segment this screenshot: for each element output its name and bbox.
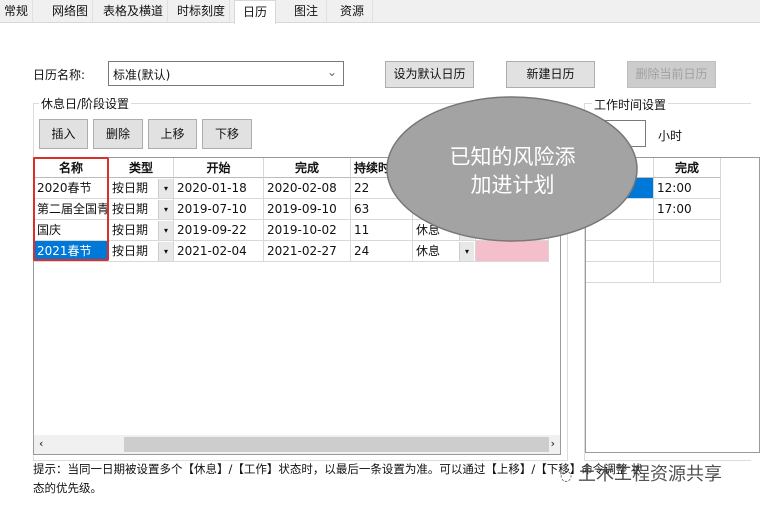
worktime-cell[interactable]: 12:00 [654,178,721,199]
insert-button[interactable]: 插入 [39,119,88,149]
type-dropdown-icon[interactable]: ▾ [158,221,173,240]
tab-network[interactable]: 网络图 [48,0,94,23]
annotation-text: 已知的风险添 加进计划 [385,143,640,199]
table-cell[interactable]: 2019-10-02 [264,220,351,241]
worktime-cell[interactable] [654,241,721,262]
move-up-button[interactable]: 上移 [148,119,197,149]
hours-unit-label: 小时 [658,129,683,143]
worktime-cell[interactable] [586,262,654,283]
tab-timescale[interactable]: 时标刻度 [173,0,231,23]
table-cell[interactable]: 2019-09-10 [264,199,351,220]
col-start[interactable]: 开始 [174,158,264,178]
status-dropdown-icon[interactable]: ▾ [459,242,474,261]
worktime-cell[interactable] [654,262,721,283]
type-dropdown-icon[interactable]: ▾ [158,242,173,261]
scrollbar-thumb[interactable] [124,437,549,452]
col-type[interactable]: 类型 [109,158,174,178]
table-cell[interactable]: 2020-02-08 [264,178,351,199]
holiday-group-title: 休息日/阶段设置 [39,95,132,112]
table-cell[interactable]: 2021-02-04 [174,241,264,262]
watermark: ◌ 土木工程资源共享 [560,464,722,485]
worktime-cell[interactable] [654,220,721,241]
col-finish-time[interactable]: 完成 [654,158,721,178]
delete-calendar-button[interactable]: 删除当前日历 [627,61,716,88]
table-cell[interactable]: 24 [351,241,413,262]
tab-general[interactable]: 常规 [0,0,34,23]
worktime-cell[interactable]: 17:00 [654,199,721,220]
table-cell[interactable]: 2019-07-10 [174,199,264,220]
hint-line-2: 态的优先级。 [33,481,102,495]
tab-table-bars[interactable]: 表格及横道 [99,0,169,23]
tab-legend[interactable]: 图注 [286,0,328,23]
col-finish[interactable]: 完成 [264,158,351,178]
calendar-name-label: 日历名称: [33,68,86,82]
worktime-cell[interactable] [586,241,654,262]
scroll-right-icon[interactable]: › [551,437,555,450]
hint-line-1: 提示：当同一日期被设置多个【休息】/【工作】状态时，以最后一条设置为准。可以通过… [33,462,643,476]
calendar-name-value: 标准(默认) [113,68,171,82]
calendar-name-select[interactable]: 标准(默认) ⌄ [108,61,344,86]
scroll-left-icon[interactable]: ‹ [39,437,43,450]
type-dropdown-icon[interactable]: ▾ [158,200,173,219]
tab-bar: 常规 网络图 表格及横道 时标刻度 日历 图注 资源 [0,0,760,24]
tab-resources[interactable]: 资源 [332,0,374,23]
table-cell[interactable]: 2020-01-18 [174,178,264,199]
wechat-icon: ◌ [560,468,573,484]
chevron-down-icon: ⌄ [326,65,337,79]
name-column-highlight [33,157,109,261]
type-dropdown-icon[interactable]: ▾ [158,179,173,198]
table-cell[interactable]: 2019-09-22 [174,220,264,241]
annotation-line-1: 已知的风险添 [449,145,576,169]
table-cell[interactable]: 2021-02-27 [264,241,351,262]
new-calendar-button[interactable]: 新建日历 [506,61,595,88]
annotation-line-2: 加进计划 [470,173,555,197]
table-cell[interactable] [476,241,549,262]
horizontal-scrollbar[interactable]: ‹ › [34,435,560,454]
delete-button[interactable]: 删除 [93,119,143,149]
move-down-button[interactable]: 下移 [202,119,252,149]
set-default-calendar-button[interactable]: 设为默认日历 [385,61,474,88]
tab-calendar[interactable]: 日历 [234,0,277,24]
